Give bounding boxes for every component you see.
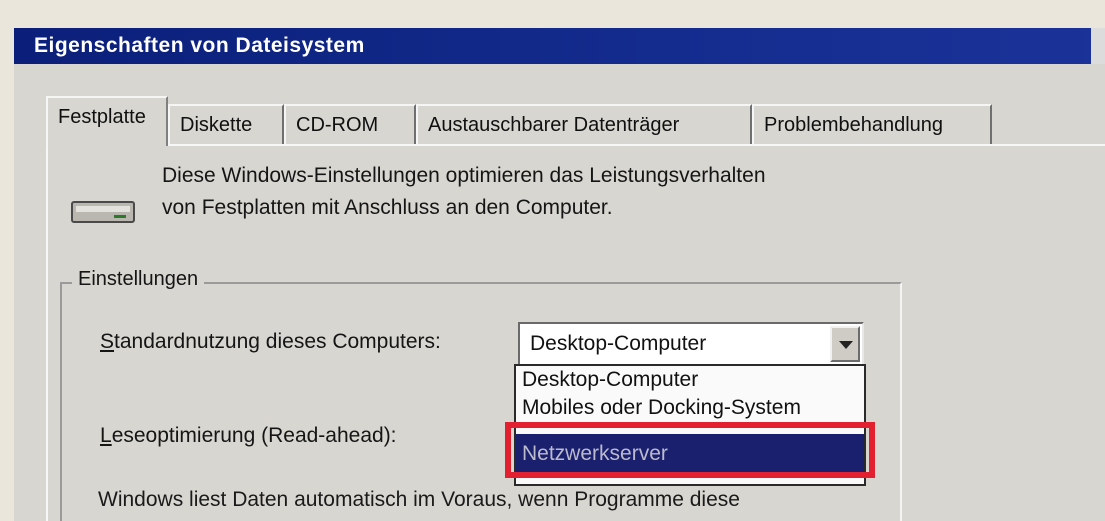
tab-diskette[interactable]: Diskette — [168, 104, 284, 144]
tab-problembehandlung[interactable]: Problembehandlung — [752, 104, 992, 144]
tab-label: Austauschbarer Datenträger — [428, 114, 680, 136]
tab-label: Festplatte — [58, 106, 146, 128]
usage-select[interactable]: Desktop-Computer — [518, 322, 864, 366]
usage-label: Standardnutzung dieses Computers: — [100, 330, 441, 354]
readahead-label-text: eseoptimierung (Read-ahead): — [111, 424, 397, 447]
tab-label: CD-ROM — [296, 114, 379, 136]
tab-festplatte[interactable]: Festplatte — [46, 96, 168, 146]
screenshot-frame: Eigenschaften von Dateisystem Festplatte… — [0, 0, 1105, 521]
readahead-label: Leseoptimierung (Read-ahead): — [100, 424, 397, 448]
chevron-down-icon — [839, 341, 853, 349]
usage-select-value: Desktop-Computer — [530, 332, 707, 355]
tab-cd-rom[interactable]: CD-ROM — [284, 104, 416, 144]
window-title: Eigenschaften von Dateisystem — [34, 34, 365, 57]
dropdown-option-desktop[interactable]: Desktop-Computer — [522, 368, 698, 392]
dropdown-option-mobile[interactable]: Mobiles oder Docking-System — [522, 396, 801, 420]
settings-group-label: Einstellungen — [72, 268, 205, 291]
description-line-1: Diese Windows-Einstellungen optimieren d… — [162, 164, 766, 187]
readahead-label-accesskey: L — [100, 424, 112, 447]
usage-label-accesskey: S — [100, 330, 115, 353]
hard-drive-icon — [71, 201, 135, 223]
tab-austauschbarer-datentraeger[interactable]: Austauschbarer Datenträger — [416, 104, 752, 144]
highlight-callout — [505, 422, 875, 478]
readahead-description: Windows liest Daten automatisch im Vorau… — [98, 488, 740, 511]
tab-label: Problembehandlung — [764, 114, 944, 136]
description-line-2: von Festplatten mit Anschluss an den Com… — [162, 196, 613, 219]
tab-label: Diskette — [180, 114, 253, 136]
usage-label-text: tandardnutzung dieses Computers: — [114, 330, 441, 353]
title-bar-edge — [1091, 28, 1105, 64]
title-bar[interactable]: Eigenschaften von Dateisystem — [14, 28, 1105, 64]
dropdown-button[interactable] — [830, 326, 860, 362]
description: Diese Windows-Einstellungen optimieren d… — [162, 160, 766, 224]
